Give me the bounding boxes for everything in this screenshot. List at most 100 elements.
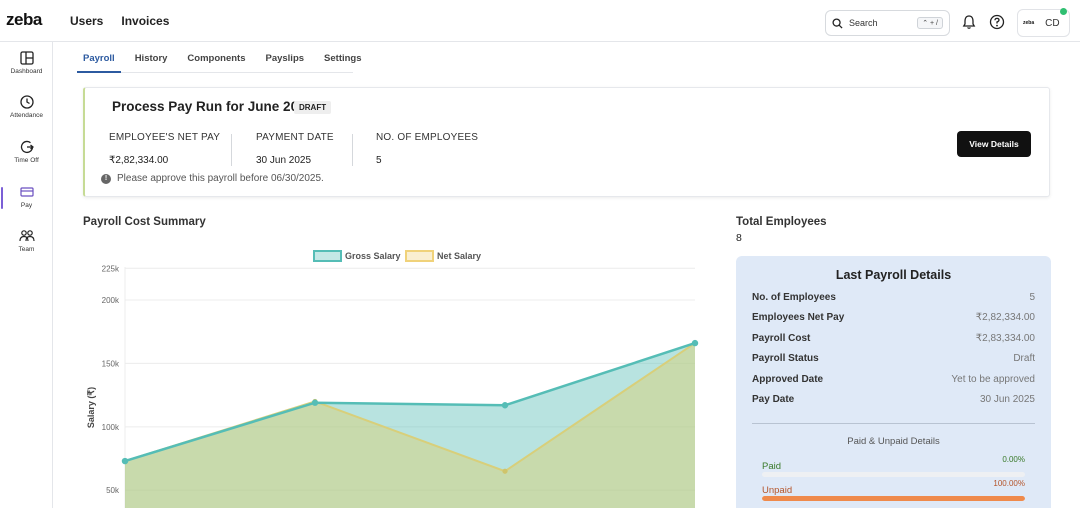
sidebar: Dashboard Attendance Time Off Pay Team (0, 42, 53, 508)
net-pay-label: EMPLOYEE'S NET PAY (109, 132, 221, 143)
divider (231, 134, 232, 166)
legend-swatch-net-salary (405, 250, 434, 262)
sidebar-item-label: Team (18, 246, 35, 253)
clock-icon (19, 95, 34, 109)
sidebar-item-label: Time Off (14, 157, 39, 164)
chart-svg: 50k 100k 150k 200k 225k Salary (₹) Gross Salar… (86, 250, 699, 508)
app-logo[interactable]: zeba (6, 10, 42, 30)
employees-stat: NO. OF EMPLOYEES 5 (376, 132, 478, 166)
detail-value: 5 (1029, 292, 1035, 303)
net-pay-value: ₹2,82,334.00 (109, 155, 169, 166)
detail-key: Payroll Cost (752, 333, 811, 344)
detail-value: ₹2,83,334.00 (975, 333, 1035, 344)
top-bar: zeba Users Invoices Search ⌃ + / zeba CD (0, 0, 1080, 42)
sidebar-item-time-off[interactable]: Time Off (0, 140, 53, 180)
tab-payroll[interactable]: Payroll (77, 45, 121, 73)
detail-row: Payroll Cost ₹2,83,334.00 (752, 333, 1035, 344)
unpaid-percent: 100.00% (993, 479, 1025, 488)
last-payroll-panel: Last Payroll Details No. of Employees 5 E… (736, 256, 1051, 508)
search-box[interactable]: Search ⌃ + / (825, 10, 950, 36)
payment-date-value: 30 Jun 2025 (256, 155, 312, 166)
data-point-gross-salary (121, 457, 129, 465)
detail-row: Employees Net Pay ₹2,82,334.00 (752, 312, 1035, 323)
total-employees-value: 8 (736, 232, 742, 244)
avatar-logo: zeba (1023, 20, 1035, 26)
nav-users[interactable]: Users (70, 14, 103, 28)
detail-row: Approved Date Yet to be approved (752, 374, 1035, 385)
divider (752, 423, 1035, 424)
search-shortcut: ⌃ + / (917, 17, 943, 29)
info-icon: ! (101, 173, 111, 184)
payment-date-label: PAYMENT DATE (256, 132, 334, 143)
payment-date-stat: PAYMENT DATE 30 Jun 2025 (256, 132, 334, 166)
total-employees-label: Total Employees (736, 216, 827, 228)
paid-unpaid-heading: Paid & Unpaid Details (847, 436, 940, 447)
view-details-button[interactable]: View Details (957, 131, 1031, 157)
employees-label: NO. OF EMPLOYEES (376, 132, 479, 143)
detail-value: Draft (1013, 353, 1035, 364)
pay-icon (19, 187, 34, 197)
help-icon[interactable] (989, 14, 1005, 30)
data-point-net-salary (502, 468, 508, 474)
search-icon (832, 17, 843, 29)
legend-label-gross-salary: Gross Salary (345, 251, 401, 261)
legend-swatch-gross-salary (313, 250, 342, 262)
sidebar-item-dashboard[interactable]: Dashboard (0, 51, 53, 91)
top-nav: Users Invoices (70, 14, 169, 28)
detail-row: Pay Date 30 Jun 2025 (752, 394, 1035, 405)
detail-key: Approved Date (752, 374, 824, 385)
paid-progress: Paid 0.00% (762, 455, 1025, 477)
pay-run-title: Process Pay Run for June 2025 (112, 99, 314, 114)
sidebar-item-pay[interactable]: Pay (0, 185, 53, 225)
payroll-cost-chart: 50k 100k 150k 200k 225k Salary (₹) Gross Salar… (83, 240, 713, 508)
paid-bar (762, 472, 1025, 477)
net-pay-stat: EMPLOYEE'S NET PAY ₹2,82,334.00 (109, 132, 220, 166)
tab-payslips[interactable]: Payslips (265, 45, 304, 72)
nav-invoices[interactable]: Invoices (121, 14, 169, 28)
unpaid-bar-fill (762, 496, 1025, 501)
detail-key: Pay Date (752, 394, 795, 405)
unpaid-label: Unpaid (762, 485, 793, 496)
approval-note-text: Please approve this payroll before 06/30… (117, 173, 324, 184)
sidebar-item-team[interactable]: Team (0, 229, 53, 269)
paid-percent: 0.00% (1002, 455, 1025, 464)
detail-key: No. of Employees (752, 292, 836, 303)
detail-row: Payroll Status Draft (752, 353, 1035, 364)
layout-icon (19, 51, 34, 65)
detail-value: Yet to be approved (951, 374, 1035, 385)
search-placeholder: Search (849, 18, 878, 28)
sidebar-item-label: Dashboard (10, 68, 43, 75)
pay-run-card: Process Pay Run for June 2025 DRAFT EMPL… (83, 87, 1050, 197)
y-tick-label: 150k (102, 359, 120, 368)
tab-history[interactable]: History (135, 45, 168, 72)
last-payroll-title: Last Payroll Details (835, 268, 952, 282)
employees-value: 5 (376, 155, 382, 166)
detail-value: ₹2,82,334.00 (975, 312, 1035, 323)
online-status-dot (1060, 8, 1067, 15)
section-title-cost-summary: Payroll Cost Summary (83, 216, 206, 228)
sidebar-item-attendance[interactable]: Attendance (0, 95, 53, 135)
y-tick-label: 200k (102, 296, 120, 305)
team-icon (18, 230, 35, 242)
unpaid-progress: Unpaid 100.00% (762, 479, 1025, 501)
data-point-gross-salary (501, 402, 509, 409)
approval-note: ! Please approve this payroll before 06/… (101, 173, 324, 184)
legend-label-net-salary: Net Salary (437, 251, 481, 261)
detail-key: Payroll Status (752, 353, 819, 364)
data-point-gross-salary (691, 339, 699, 347)
status-badge: DRAFT (294, 101, 332, 114)
bell-icon[interactable] (961, 14, 977, 30)
y-axis-label: Salary (₹) (86, 387, 96, 428)
sidebar-item-label: Attendance (10, 112, 43, 119)
tab-settings[interactable]: Settings (324, 45, 361, 72)
timeoff-icon (20, 140, 34, 154)
divider (352, 134, 353, 166)
y-tick-label: 50k (106, 486, 120, 495)
tab-components[interactable]: Components (187, 45, 245, 72)
payroll-tabs: Payroll History Components Payslips Sett… (77, 45, 362, 73)
detail-key: Employees Net Pay (752, 312, 845, 323)
y-tick-label: 100k (102, 423, 120, 432)
paid-label: Paid (762, 461, 782, 472)
sidebar-item-label: Pay (20, 202, 33, 209)
data-point-gross-salary (311, 399, 319, 406)
